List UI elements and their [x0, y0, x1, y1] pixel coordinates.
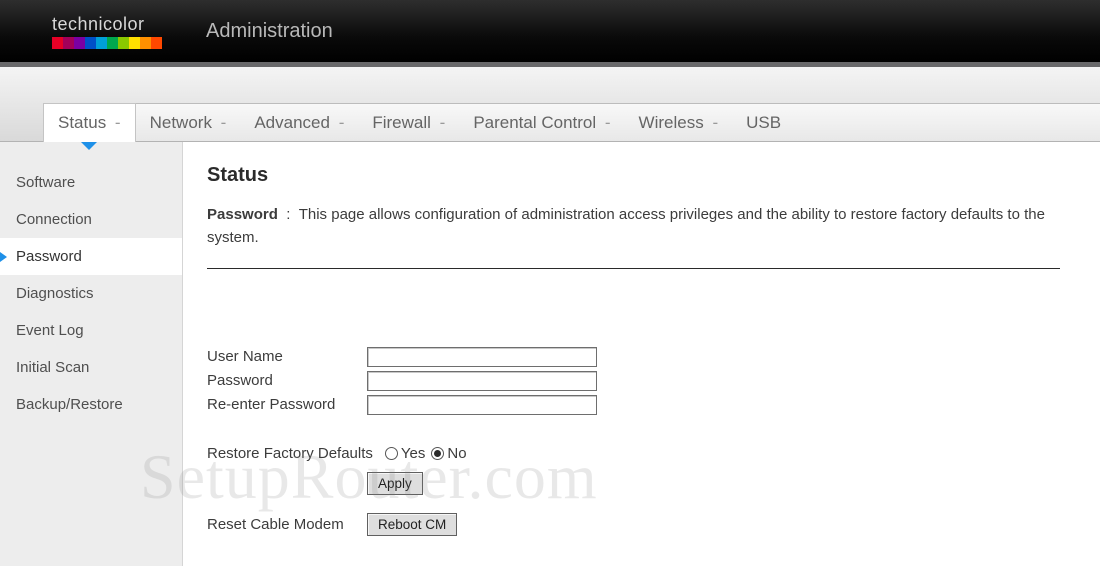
content-area: Status Password : This page allows confi…: [183, 142, 1100, 566]
sidebar-item-diagnostics[interactable]: Diagnostics: [0, 275, 182, 312]
tab-label: Network: [150, 113, 212, 133]
restore-defaults-label: Restore Factory Defaults: [207, 445, 373, 462]
reboot-cm-button[interactable]: Reboot CM: [367, 513, 457, 536]
body-wrap: Software Connection Password Diagnostics…: [0, 142, 1100, 566]
sidebar-item-software[interactable]: Software: [0, 164, 182, 201]
row-password: Password: [207, 371, 1060, 391]
chevron-down-icon: -: [110, 113, 120, 133]
radio-dot-icon: [434, 450, 441, 457]
brand-name: technicolor: [52, 14, 145, 35]
page-description: Password : This page allows configuratio…: [207, 203, 1060, 250]
radio-icon: [431, 447, 444, 460]
brand-logo: technicolor: [52, 14, 162, 49]
restore-no-option[interactable]: No: [431, 445, 466, 462]
tab-label: Advanced: [254, 113, 330, 133]
sidebar-item-password[interactable]: Password: [0, 238, 182, 275]
page-description-text: This page allows configuration of admini…: [207, 206, 1045, 246]
row-apply: Apply: [207, 472, 1060, 495]
tab-parental-control[interactable]: Parental Control -: [459, 104, 624, 142]
restore-no-label: No: [447, 445, 466, 462]
reenter-password-input[interactable]: [367, 395, 597, 415]
username-label: User Name: [207, 348, 367, 365]
tab-wireless[interactable]: Wireless -: [625, 104, 733, 142]
chevron-down-icon: -: [216, 113, 226, 133]
chevron-down-icon: -: [435, 113, 445, 133]
sidebar-item-backup-restore[interactable]: Backup/Restore: [0, 386, 182, 423]
sidebar-item-initial-scan[interactable]: Initial Scan: [0, 349, 182, 386]
radio-icon: [385, 447, 398, 460]
page-title: Status: [207, 164, 1060, 187]
username-input[interactable]: [367, 347, 597, 367]
tab-label: Wireless: [639, 113, 704, 133]
tab-firewall[interactable]: Firewall -: [358, 104, 459, 142]
reset-modem-label: Reset Cable Modem: [207, 516, 367, 533]
chevron-down-icon: -: [600, 113, 610, 133]
brand-color-bar: [52, 37, 162, 49]
apply-button[interactable]: Apply: [367, 472, 423, 495]
password-input[interactable]: [367, 371, 597, 391]
tab-label: Parental Control: [473, 113, 596, 133]
separator: [207, 268, 1060, 269]
chevron-down-icon: -: [708, 113, 718, 133]
sidebar-item-event-log[interactable]: Event Log: [0, 312, 182, 349]
row-restore-defaults: Restore Factory Defaults Yes No: [207, 445, 1060, 462]
password-form: User Name Password Re-enter Password Res…: [207, 347, 1060, 536]
tab-row: Status - Network - Advanced - Firewall -…: [43, 103, 1100, 141]
tab-label: Firewall: [372, 113, 431, 133]
chevron-down-icon: -: [334, 113, 344, 133]
row-reenter-password: Re-enter Password: [207, 395, 1060, 415]
page-subtitle: Password: [207, 206, 278, 223]
tab-advanced[interactable]: Advanced -: [240, 104, 358, 142]
sidebar: Software Connection Password Diagnostics…: [0, 142, 183, 566]
header-section-title: Administration: [206, 20, 333, 43]
tab-label: USB: [746, 113, 781, 133]
password-label: Password: [207, 372, 367, 389]
app-header: technicolor Administration: [0, 0, 1100, 62]
row-reset-modem: Reset Cable Modem Reboot CM: [207, 513, 1060, 536]
sidebar-item-connection[interactable]: Connection: [0, 201, 182, 238]
restore-yes-option[interactable]: Yes: [385, 445, 425, 462]
tab-network[interactable]: Network -: [136, 104, 241, 142]
tab-usb[interactable]: USB: [732, 104, 795, 142]
restore-yes-label: Yes: [401, 445, 425, 462]
tab-status[interactable]: Status -: [43, 103, 136, 142]
row-username: User Name: [207, 347, 1060, 367]
reenter-password-label: Re-enter Password: [207, 396, 367, 413]
tab-strip: Status - Network - Advanced - Firewall -…: [0, 67, 1100, 142]
tab-label: Status: [58, 113, 106, 133]
